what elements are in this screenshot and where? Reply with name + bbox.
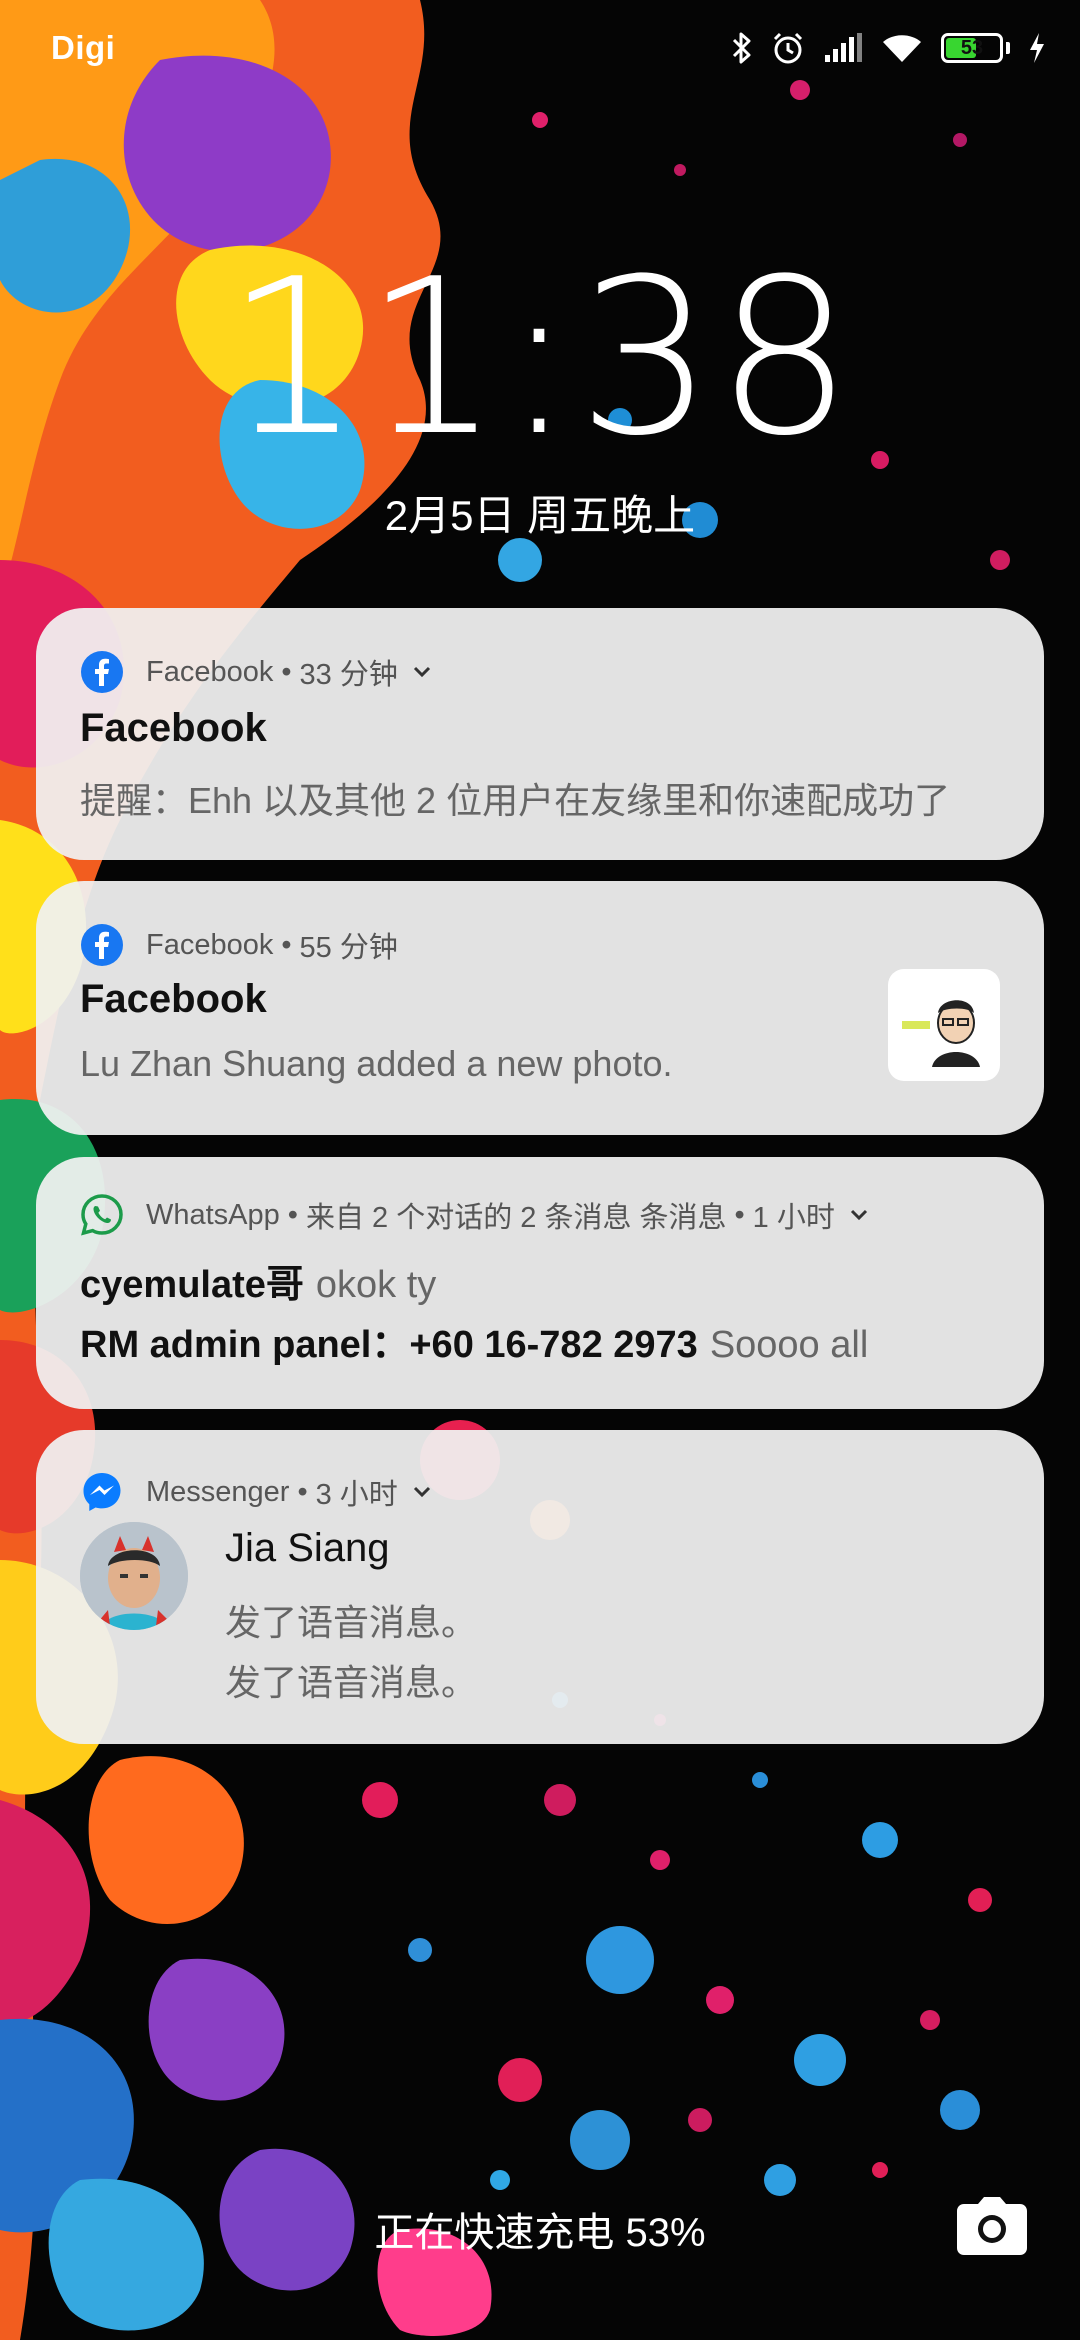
notification-time: 33 分钟 xyxy=(299,659,398,691)
bluetooth-icon xyxy=(731,31,753,65)
notification-time: 1 小时 xyxy=(752,1202,835,1234)
message-text: okok ty xyxy=(315,1264,437,1306)
notification-app-name: Messenger xyxy=(146,1475,290,1508)
notification-header: Facebook • 55 分钟 xyxy=(80,923,398,967)
message-sender: RM admin panel：+60 16-782 2973 xyxy=(80,1324,698,1366)
notification-body: 提醒：Ehh 以及其他 2 位用户在友缘里和你速配成功了 xyxy=(80,780,951,821)
notification-photo-thumbnail xyxy=(888,969,1000,1081)
battery-tip xyxy=(1006,42,1010,54)
notification-time: 55 分钟 xyxy=(299,932,398,964)
notification-summary: 来自 2 个对话的 2 条消息 条消息 xyxy=(305,1202,727,1234)
whatsapp-icon xyxy=(80,1193,124,1237)
wifi-icon xyxy=(881,32,923,64)
notification-title: Jia Siang xyxy=(225,1526,390,1570)
notification-whatsapp[interactable]: WhatsApp • 来自 2 个对话的 2 条消息 条消息 • 1 小时 cy… xyxy=(36,1157,1044,1409)
camera-icon[interactable] xyxy=(956,2196,1028,2256)
whatsapp-message-line: cyemulate哥 okok ty xyxy=(80,1253,1000,1308)
notification-header: Messenger • 3 小时 xyxy=(80,1470,432,1514)
charging-status: 正在快速充电 53% xyxy=(374,2211,706,2255)
message-text: 发了语音消息。 xyxy=(225,1662,478,1703)
avatar xyxy=(80,1522,188,1630)
notification-app-name: Facebook xyxy=(146,655,274,688)
notification-header: WhatsApp • 来自 2 个对话的 2 条消息 条消息 • 1 小时 xyxy=(80,1193,869,1237)
signal-icon xyxy=(823,33,863,63)
status-bar: Digi 53 xyxy=(0,0,1080,96)
messenger-icon xyxy=(80,1470,124,1514)
charging-bolt-icon xyxy=(1028,33,1046,63)
notification-messenger[interactable]: Messenger • 3 小时 Jia Siang 发了语音消息。 发了语音消… xyxy=(36,1430,1044,1744)
notification-facebook-2[interactable]: Facebook • 55 分钟 Facebook Lu Zhan Shuang… xyxy=(36,881,1044,1135)
whatsapp-message-line: RM admin panel：+60 16-782 2973 Soooo all xyxy=(80,1313,1000,1368)
battery-icon: 53 xyxy=(941,33,1003,63)
chevron-down-icon[interactable] xyxy=(849,1208,869,1222)
notification-app-name: Facebook xyxy=(146,928,274,961)
carrier-label: Digi xyxy=(51,29,116,66)
message-sender: cyemulate哥 xyxy=(80,1264,304,1306)
facebook-icon xyxy=(80,650,124,694)
message-text: Soooo all xyxy=(709,1324,869,1366)
message-text: 发了语音消息。 xyxy=(225,1602,478,1643)
lock-screen-date: 2月5日 周五晚上 xyxy=(384,492,696,539)
notification-title: Facebook xyxy=(80,706,267,750)
chevron-down-icon[interactable] xyxy=(412,665,432,679)
notification-body: Lu Zhan Shuang added a new photo. xyxy=(80,1043,673,1084)
chevron-down-icon[interactable] xyxy=(412,1485,432,1499)
lock-screen-clock: 11:38 xyxy=(225,232,855,483)
notification-title: Facebook xyxy=(80,977,267,1021)
alarm-icon xyxy=(771,31,805,65)
notification-time: 3 小时 xyxy=(315,1479,398,1511)
facebook-icon xyxy=(80,923,124,967)
notification-app-name: WhatsApp xyxy=(146,1198,280,1231)
status-icons: 53 xyxy=(731,28,1046,68)
notification-header: Facebook • 33 分钟 xyxy=(80,650,432,694)
notification-facebook-1[interactable]: Facebook • 33 分钟 Facebook 提醒：Ehh 以及其他 2 … xyxy=(36,608,1044,860)
